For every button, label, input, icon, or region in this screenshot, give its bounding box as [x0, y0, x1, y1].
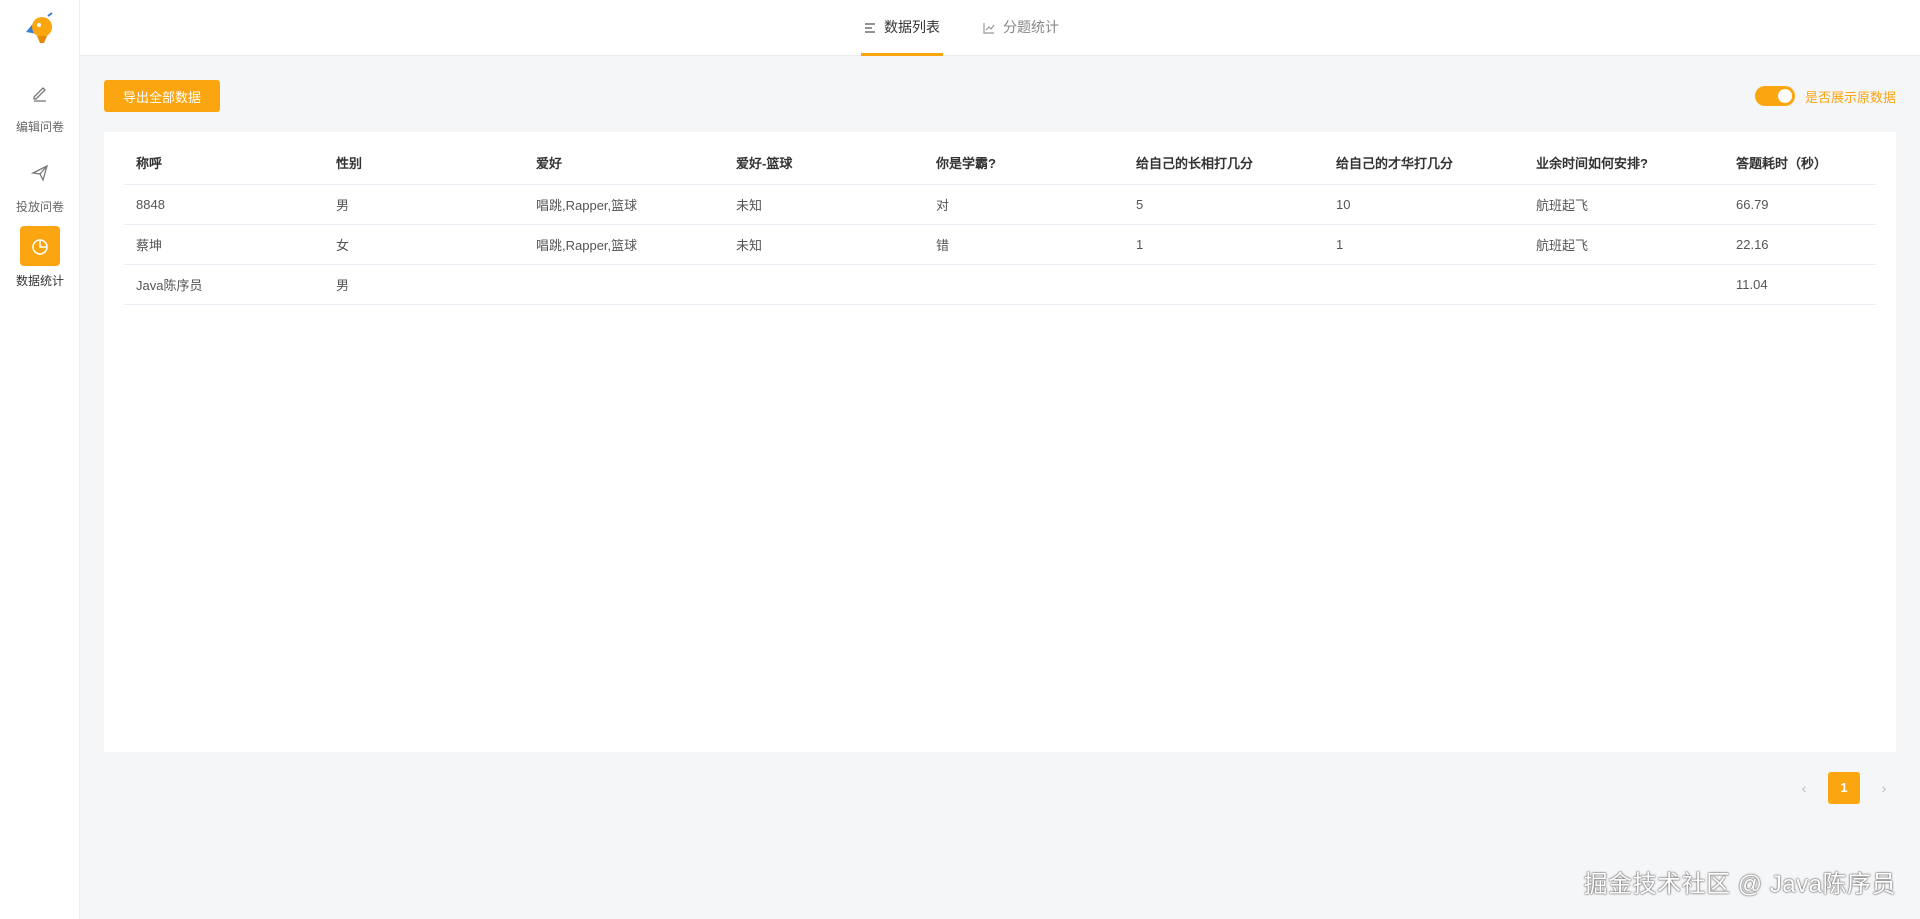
table-cell: 未知	[724, 224, 924, 265]
column-header: 业余时间如何安排?	[1524, 142, 1724, 185]
send-icon	[20, 152, 60, 192]
table-cell: 航班起飞	[1524, 224, 1724, 265]
table-cell: 男	[324, 184, 524, 225]
table-row[interactable]: 8848 男 唱跳,Rapper,篮球 未知 对 5 10 航班起飞 66.79	[124, 184, 1876, 225]
table-cell: 未知	[724, 184, 924, 225]
column-header: 爱好	[524, 142, 724, 185]
app-logo	[22, 10, 58, 46]
show-raw-data-toggle-group: 是否展示原数据	[1754, 85, 1896, 107]
pagination: ‹ 1 ›	[1788, 772, 1900, 804]
table-cell: 1	[1324, 224, 1524, 265]
tab-data-list[interactable]: 数据列表	[861, 0, 943, 56]
tab-label: 数据列表	[884, 19, 940, 35]
list-icon	[865, 23, 875, 33]
column-header: 给自己的才华打几分	[1324, 142, 1524, 185]
column-header: 爱好-篮球	[724, 142, 924, 185]
table-cell	[724, 264, 924, 305]
table-cell: 航班起飞	[1524, 184, 1724, 225]
sidebar-item-edit[interactable]: 编辑问卷	[0, 72, 80, 135]
sidebar-item-label: 编辑问卷	[15, 120, 64, 134]
line-chart-icon	[983, 23, 995, 34]
sidebar: 编辑问卷 投放问卷 数据统计	[0, 0, 80, 919]
sidebar-item-stats[interactable]: 数据统计	[0, 226, 80, 289]
column-header: 性别	[324, 142, 524, 185]
table-cell	[524, 264, 724, 305]
top-tab-bar: 数据列表 分题统计	[80, 0, 1920, 56]
watermark-text: 掘金技术社区 @ Java陈序员	[1583, 871, 1896, 898]
page-1-button[interactable]: 1	[1828, 772, 1860, 804]
tab-question-stats[interactable]: 分题统计	[980, 0, 1062, 56]
table-cell	[1124, 264, 1324, 305]
table-cell: 22.16	[1724, 224, 1876, 265]
table-cell: 女	[324, 224, 524, 265]
table-cell	[1524, 264, 1724, 305]
data-table-card: 称呼 性别 爱好 爱好-篮球 你是学霸? 给自己的长相打几分 给自己的才华打几分…	[104, 132, 1896, 752]
table-cell: 10	[1324, 184, 1524, 225]
table-cell: 蔡坤	[124, 224, 324, 265]
sidebar-item-publish[interactable]: 投放问卷	[0, 152, 80, 215]
column-header: 你是学霸?	[924, 142, 1124, 185]
export-all-button[interactable]: 导出全部数据	[104, 80, 220, 112]
column-header: 称呼	[124, 142, 324, 185]
data-table: 称呼 性别 爱好 爱好-篮球 你是学霸? 给自己的长相打几分 给自己的才华打几分…	[124, 142, 1876, 305]
table-cell: 错	[924, 224, 1124, 265]
next-page-button[interactable]: ›	[1868, 772, 1900, 804]
toggle-knob	[1777, 89, 1792, 103]
table-cell: 66.79	[1724, 184, 1876, 225]
edit-icon	[20, 72, 60, 112]
sidebar-item-label: 数据统计	[15, 274, 64, 288]
column-header: 给自己的长相打几分	[1124, 142, 1324, 185]
table-cell: 对	[924, 184, 1124, 225]
prev-page-button[interactable]: ‹	[1788, 772, 1820, 804]
table-cell: 唱跳,Rapper,篮球	[524, 184, 724, 225]
table-cell	[924, 264, 1124, 305]
table-row[interactable]: 蔡坤 女 唱跳,Rapper,篮球 未知 错 1 1 航班起飞 22.16	[124, 224, 1876, 265]
table-cell: 5	[1124, 184, 1324, 225]
table-cell: 唱跳,Rapper,篮球	[524, 224, 724, 265]
show-raw-data-toggle[interactable]	[1754, 86, 1795, 106]
column-header: 答题耗时（秒）	[1724, 142, 1876, 185]
table-cell: 11.04	[1724, 264, 1876, 305]
table-row[interactable]: Java陈序员 男 11.04	[124, 264, 1876, 305]
table-header-row: 称呼 性别 爱好 爱好-篮球 你是学霸? 给自己的长相打几分 给自己的才华打几分…	[124, 142, 1876, 185]
toggle-label: 是否展示原数据	[1804, 89, 1896, 105]
table-cell: Java陈序员	[124, 264, 324, 305]
table-cell	[1324, 264, 1524, 305]
table-cell: 8848	[124, 184, 324, 225]
tab-label: 分题统计	[1003, 19, 1059, 35]
table-cell: 1	[1124, 224, 1324, 265]
table-cell: 男	[324, 264, 524, 305]
pie-chart-icon	[20, 226, 60, 266]
sidebar-item-label: 投放问卷	[15, 200, 64, 214]
